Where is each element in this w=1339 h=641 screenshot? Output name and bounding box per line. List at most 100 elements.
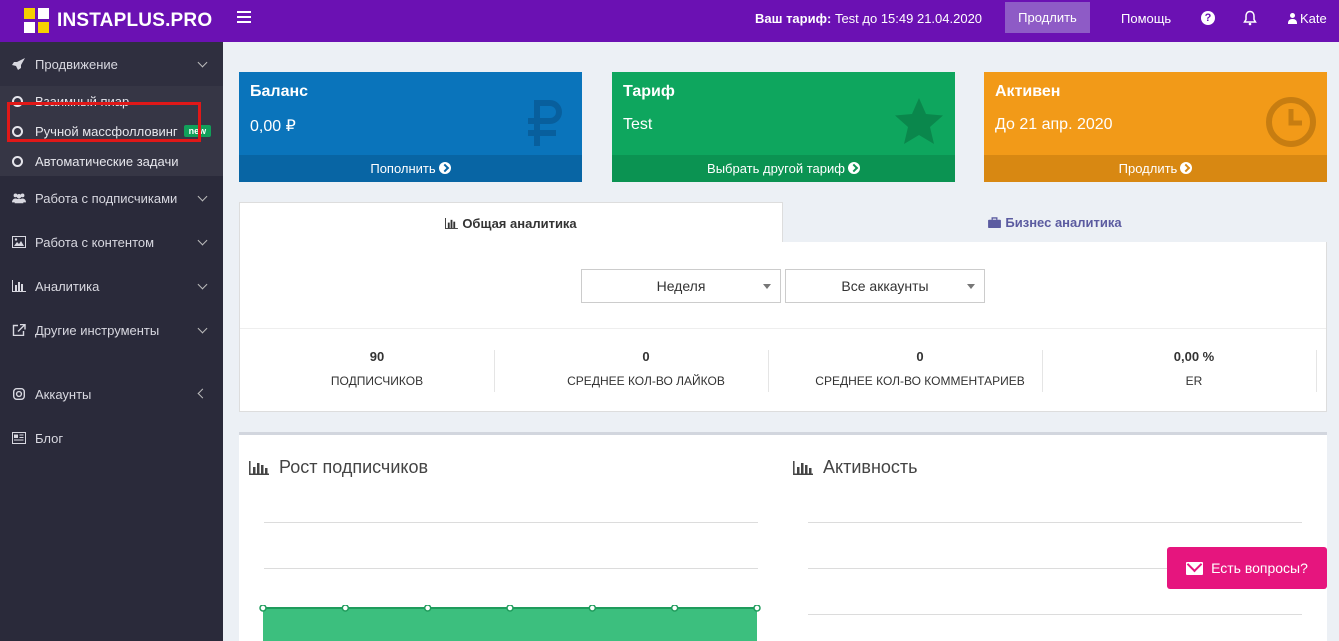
caret-down-icon (967, 284, 975, 289)
chevron-down-icon (197, 191, 208, 202)
users-icon (12, 193, 26, 204)
period-select[interactable]: Неделя (581, 269, 781, 303)
user-name: Kate (1300, 11, 1327, 26)
star-icon (895, 98, 943, 144)
gridline (264, 568, 758, 569)
questions-button[interactable]: Есть вопросы? (1167, 547, 1327, 589)
stat-label: СРЕДНЕЕ КОЛ-ВО КОММЕНТАРИЕВ (815, 374, 1025, 388)
sidebar-item-label: Аккаунты (35, 386, 92, 402)
accounts-select[interactable]: Все аккаунты (785, 269, 985, 303)
sidebar-subitem-auto-tasks[interactable]: Автоматические задачи (0, 146, 223, 176)
tariff-value: Test до 15:49 21.04.2020 (834, 11, 983, 26)
gridline (808, 522, 1302, 523)
chevron-down-icon (197, 235, 208, 246)
envelope-icon (1186, 561, 1204, 575)
activity-chart-title: Активность (793, 457, 918, 478)
image-icon (12, 236, 26, 248)
gridline (808, 614, 1302, 615)
rocket-icon (12, 58, 25, 70)
growth-area (263, 608, 757, 641)
growth-point-5[interactable] (670, 605, 679, 612)
sidebar-subitem-label: Автоматические задачи (35, 153, 179, 169)
growth-point-0[interactable] (259, 605, 267, 612)
tariff-info: Ваш тариф: Test до 15:49 21.04.2020 (755, 11, 982, 26)
card-value: До 21 апр. 2020 (995, 116, 1113, 133)
logo[interactable]: INSTAPLUS.PRO (0, 0, 223, 42)
extend-link[interactable]: Продлить (984, 155, 1327, 182)
divider (768, 350, 769, 392)
growth-point-2[interactable] (423, 605, 432, 612)
tariff-card: Тариф Test Выбрать другой тариф (612, 72, 955, 182)
sidebar-item-other-tools[interactable]: Другие инструменты (0, 308, 223, 352)
sidebar-item-subscribers[interactable]: Работа с подписчиками (0, 176, 223, 220)
extend-button[interactable]: Продлить (1005, 2, 1090, 33)
sidebar-item-analytics[interactable]: Аналитика (0, 264, 223, 308)
card-footer-label: Продлить (1118, 161, 1178, 176)
tab-label: Общая аналитика (462, 216, 577, 231)
card-title: Активен (995, 83, 1061, 100)
caret-down-icon (763, 284, 771, 289)
growth-point-3[interactable] (506, 605, 514, 612)
topup-link[interactable]: Пополнить (239, 155, 582, 182)
gridline (264, 522, 758, 523)
chart-title-label: Активность (823, 457, 918, 477)
sidebar-item-label: Аналитика (35, 278, 100, 294)
tab-general-analytics[interactable]: Общая аналитика (239, 202, 783, 243)
instagram-icon (13, 388, 25, 400)
growth-point-4[interactable] (588, 605, 597, 612)
growth-chart (259, 605, 761, 641)
select-value: Все аккаунты (841, 278, 929, 294)
card-value: 0,00 ₽ (250, 118, 296, 135)
divider (1042, 350, 1043, 392)
stat-avg-likes: 0 СРЕДНЕЕ КОЛ-ВО ЛАЙКОВ (509, 349, 783, 388)
chart-title-label: Рост подписчиков (279, 457, 429, 477)
divider (240, 328, 1326, 329)
hamburger-menu-icon[interactable] (237, 11, 251, 25)
balance-card: Баланс 0,00 ₽ Пополнить (239, 72, 582, 182)
choose-tariff-link[interactable]: Выбрать другой тариф (612, 155, 955, 182)
chevron-left-icon (197, 388, 208, 399)
bar-chart-icon (793, 460, 813, 475)
newspaper-icon (12, 432, 26, 444)
bar-chart-icon (12, 280, 26, 292)
user-menu[interactable]: Kate (1288, 11, 1327, 26)
tariff-label: Ваш тариф: (755, 11, 832, 26)
stat-value: 0 (916, 349, 924, 364)
sidebar-item-promotion[interactable]: Продвижение (0, 42, 223, 86)
sidebar-item-accounts[interactable]: Аккаунты (0, 372, 223, 416)
card-footer-label: Пополнить (370, 161, 436, 176)
tab-label: Бизнес аналитика (1005, 215, 1122, 230)
sidebar-item-label: Другие инструменты (35, 322, 160, 338)
sidebar-divider (0, 352, 223, 372)
stat-value: 0 (642, 349, 650, 364)
stat-label: СРЕДНЕЕ КОЛ-ВО ЛАЙКОВ (567, 374, 725, 388)
logo-text: INSTAPLUS.PRO (57, 10, 213, 31)
sidebar-item-blog[interactable]: Блог (0, 416, 223, 460)
card-value: Test (623, 116, 653, 133)
sidebar-item-label: Блог (35, 430, 64, 446)
stat-label: ER (1185, 374, 1203, 388)
questions-button-label: Есть вопросы? (1211, 560, 1308, 576)
chevron-down-icon (197, 323, 208, 334)
bell-icon[interactable] (1243, 10, 1257, 26)
tab-business-analytics[interactable]: Бизнес аналитика (783, 202, 1327, 243)
sidebar-item-label: Продвижение (35, 56, 118, 72)
card-title: Тариф (623, 83, 675, 100)
help-link[interactable]: Помощь (1121, 11, 1171, 26)
clock-icon (1266, 97, 1316, 147)
sidebar-item-label: Работа с подписчиками (35, 190, 178, 206)
user-icon (1288, 13, 1297, 24)
stat-avg-comments: 0 СРЕДНЕЕ КОЛ-ВО КОММЕНТАРИЕВ (783, 349, 1057, 388)
growth-point-6[interactable] (753, 605, 761, 612)
sidebar-item-content[interactable]: Работа с контентом (0, 220, 223, 264)
stat-value: 90 (369, 349, 385, 364)
bar-chart-icon (445, 218, 459, 229)
top-navbar: INSTAPLUS.PRO Ваш тариф: Test до 15:49 2… (0, 0, 1339, 42)
circle-icon (12, 155, 23, 167)
charts-box: Рост подписчиков Активность (239, 432, 1327, 641)
question-icon[interactable]: ? (1201, 11, 1215, 25)
stat-label: ПОДПИСЧИКОВ (330, 374, 424, 388)
highlight-annotation-box (7, 102, 201, 142)
external-link-icon (12, 324, 26, 336)
growth-point-1[interactable] (341, 605, 350, 612)
